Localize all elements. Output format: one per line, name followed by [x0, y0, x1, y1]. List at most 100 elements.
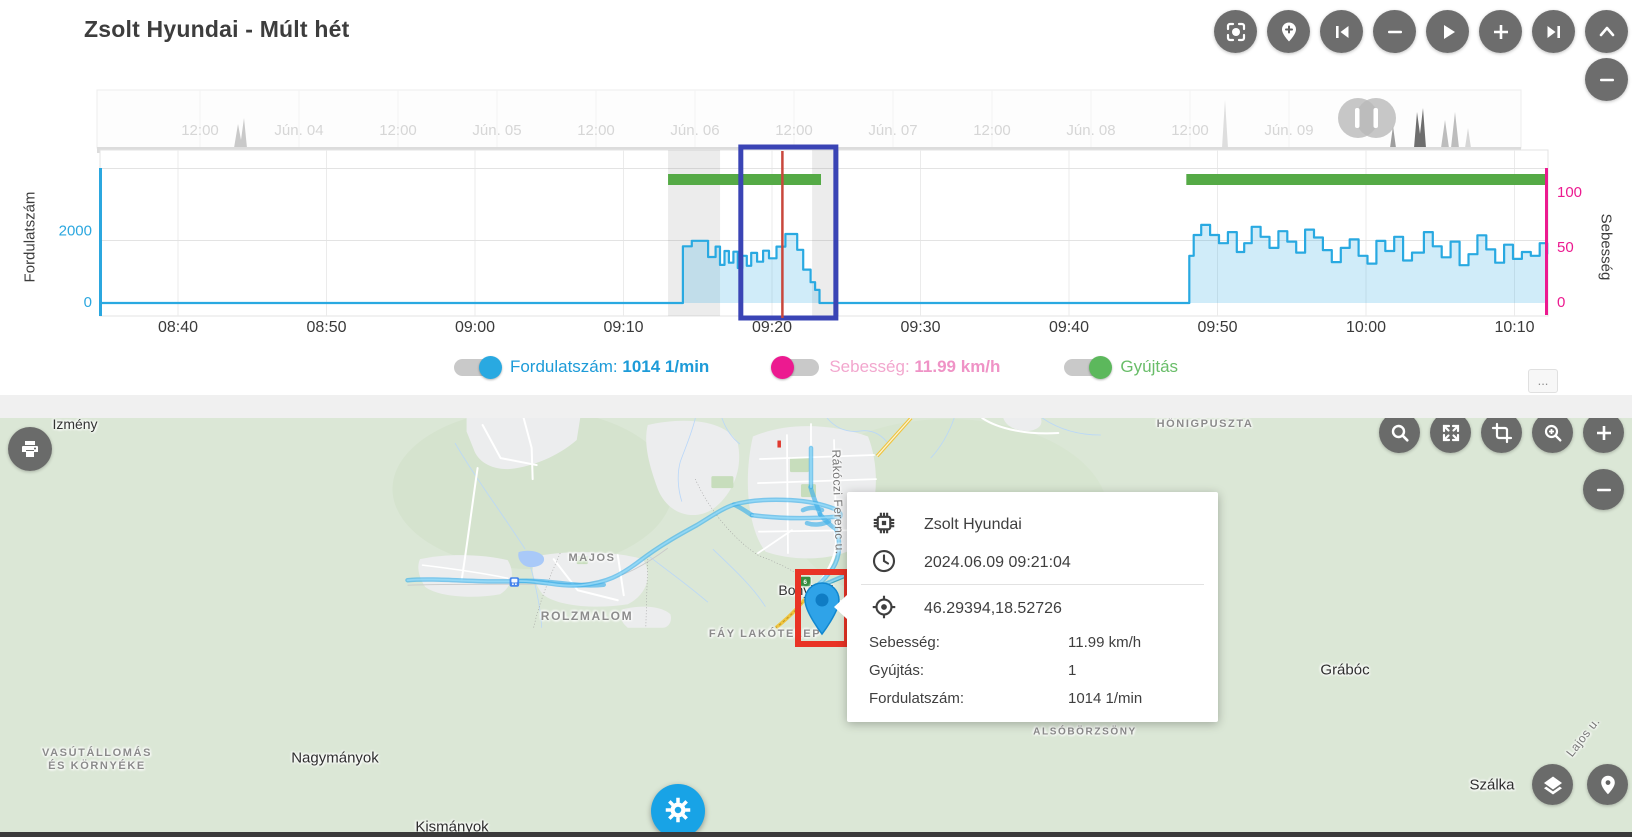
legend-label-speed: Sebesség: 11.99 km/h — [829, 357, 1000, 377]
map-zoom-out-button[interactable] — [1583, 469, 1624, 510]
focus-icon — [1224, 20, 1248, 44]
map-panel: 6 Izmény HŐNIGPUSZTA MAJOS ROLZMALOM Bon… — [0, 418, 1632, 837]
chevron-up-icon — [1595, 20, 1619, 44]
svg-text:09:10: 09:10 — [603, 319, 643, 336]
card-rpm-label: Fordulatszám: — [869, 690, 1068, 707]
map-crop-button[interactable] — [1481, 418, 1522, 453]
plus-icon — [1592, 421, 1616, 445]
legend-toggle-speed[interactable]: Sebesség: 11.99 km/h — [773, 357, 1000, 377]
y-axis-title-left: Fordulatszám — [22, 192, 39, 283]
skip-previous-icon — [1330, 20, 1354, 44]
map-label-vasutallomas: VASÚTÁLLOMÁS ÉS KÖRNYÉKE — [42, 747, 152, 773]
svg-text:12:00: 12:00 — [973, 122, 1011, 139]
layers-icon — [1541, 773, 1565, 797]
legend-toggle-ignition[interactable]: Gyújtás — [1064, 357, 1178, 377]
map-zoom-search-button[interactable] — [1532, 418, 1573, 453]
map-zoom-in-button[interactable] — [1583, 418, 1624, 453]
svg-text:100: 100 — [1557, 184, 1582, 201]
panel-gap — [0, 395, 1632, 418]
map-label-szalka: Szálka — [1469, 777, 1514, 794]
map-toolbar — [1379, 418, 1624, 453]
y-axis-title-right: Sebesség — [1598, 214, 1615, 281]
svg-text:0: 0 — [1557, 294, 1565, 311]
chip-icon — [869, 508, 899, 543]
chart-canvas[interactable]: 12:00 Jún. 04 12:00 Jún. 05 12:00 Jún. 06 12:0… — [0, 0, 1632, 395]
zoom-out-time-button[interactable] — [1373, 10, 1416, 53]
vehicle-info-card: Zsolt Hyundai 2024.06.09 09:21:04 46.293… — [847, 492, 1218, 722]
gps-target-icon — [869, 592, 899, 627]
card-speed-label: Sebesség: — [869, 634, 1068, 651]
card-vehicle-name: Zsolt Hyundai — [924, 516, 1022, 534]
svg-text:Jún. 05: Jún. 05 — [472, 122, 521, 139]
map-search-button[interactable] — [1379, 418, 1420, 453]
map-settings-fab[interactable] — [651, 784, 705, 837]
clock-icon — [869, 546, 899, 581]
skip-previous-button[interactable] — [1320, 10, 1363, 53]
map-label-alsoborzsony: ALSÓBÖRZSÖNY — [1033, 727, 1137, 738]
plus-icon — [1489, 20, 1513, 44]
svg-text:12:00: 12:00 — [181, 122, 219, 139]
svg-text:10:00: 10:00 — [1346, 319, 1386, 336]
card-arrow — [834, 595, 847, 619]
svg-text:0: 0 — [84, 294, 92, 311]
svg-text:09:20: 09:20 — [752, 319, 792, 336]
map-label-nagymanyok: Nagymányok — [291, 750, 379, 767]
svg-text:09:40: 09:40 — [1049, 319, 1089, 336]
map-layers-button[interactable] — [1532, 764, 1573, 805]
minus-icon — [1595, 68, 1619, 92]
play-icon — [1436, 20, 1460, 44]
legend-toggle-rpm[interactable]: Fordulatszám: 1014 1/min — [454, 357, 709, 377]
map-label-izmeny: Izmény — [52, 418, 97, 432]
svg-text:Jún. 09: Jún. 09 — [1264, 122, 1313, 139]
svg-text:08:40: 08:40 — [158, 319, 198, 336]
locate-icon — [1596, 773, 1620, 797]
add-location-icon — [1277, 20, 1301, 44]
add-location-button[interactable] — [1267, 10, 1310, 53]
svg-text:09:30: 09:30 — [900, 319, 940, 336]
zoom-search-icon — [1541, 421, 1565, 445]
print-button[interactable] — [8, 427, 52, 471]
skip-next-icon — [1542, 20, 1566, 44]
map-fullscreen-button[interactable] — [1430, 418, 1471, 453]
card-coordinates: 46.29394,18.52726 — [924, 600, 1062, 618]
rpm-toggle-switch[interactable] — [454, 359, 500, 376]
fullscreen-icon — [1439, 421, 1463, 445]
zoom-in-time-button[interactable] — [1479, 10, 1522, 53]
play-button[interactable] — [1426, 10, 1469, 53]
svg-text:12:00: 12:00 — [775, 122, 813, 139]
svg-text:09:00: 09:00 — [455, 319, 495, 336]
app-page: Zsolt Hyundai - Múlt hét — [0, 0, 1632, 837]
card-divider — [861, 584, 1204, 585]
collapse-panel-button[interactable] — [1585, 10, 1628, 53]
card-timestamp: 2024.06.09 09:21:04 — [924, 554, 1071, 572]
focus-track-button[interactable] — [1214, 10, 1257, 53]
svg-text:09:50: 09:50 — [1197, 319, 1237, 336]
train-station-icon — [510, 577, 520, 587]
minus-icon — [1592, 478, 1616, 502]
card-ignition-value: 1 — [1068, 662, 1076, 679]
bottom-bar — [0, 832, 1632, 837]
svg-text:50: 50 — [1557, 239, 1574, 256]
event-tick — [777, 441, 781, 448]
map-label-grabo: Grábóc — [1320, 662, 1369, 679]
skip-next-button[interactable] — [1532, 10, 1575, 53]
chart-legend: Fordulatszám: 1014 1/min Sebesség: 11.99… — [0, 350, 1632, 384]
legend-label-rpm: Fordulatszám: 1014 1/min — [510, 357, 709, 377]
panel-minus-button[interactable] — [1585, 58, 1628, 101]
gear-icon — [663, 795, 693, 828]
ignition-toggle-switch[interactable] — [1064, 359, 1110, 376]
svg-text:Jún. 07: Jún. 07 — [868, 122, 917, 139]
svg-text:12:00: 12:00 — [577, 122, 615, 139]
svg-text:Jún. 06: Jún. 06 — [670, 122, 719, 139]
map-label-honigpuszta: HŐNIGPUSZTA — [1157, 418, 1254, 430]
map-locate-button[interactable] — [1587, 764, 1628, 805]
search-icon — [1388, 421, 1412, 445]
svg-text:Jún. 04: Jún. 04 — [274, 122, 323, 139]
speed-toggle-switch[interactable] — [773, 359, 819, 376]
card-ignition-label: Gyújtás: — [869, 662, 1068, 679]
crop-icon — [1490, 421, 1514, 445]
map-label-majos: MAJOS — [568, 552, 615, 564]
minus-icon — [1383, 20, 1407, 44]
map-bottom-toolbar — [1532, 764, 1628, 805]
chart-panel: Zsolt Hyundai - Múlt hét — [0, 0, 1632, 396]
